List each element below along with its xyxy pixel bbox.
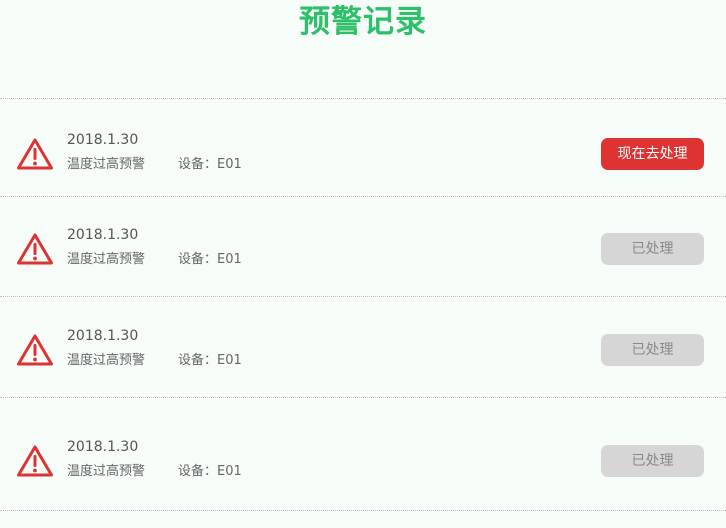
processed-button[interactable]: 已处理: [601, 334, 704, 366]
record-date: 2018.1.30: [67, 328, 139, 344]
warning-triangle-icon: [17, 138, 53, 170]
processed-button[interactable]: 已处理: [601, 233, 704, 265]
processed-button[interactable]: 已处理: [601, 445, 704, 477]
warning-triangle-icon: [17, 334, 53, 366]
page-title: 预警记录: [299, 4, 427, 40]
list-item: 2018.1.30 温度过高预警 设备：E01 已处理: [0, 197, 726, 296]
record-description: 温度过高预警: [67, 252, 146, 267]
record-description: 温度过高预警: [67, 353, 146, 368]
record-description: 温度过高预警: [67, 157, 146, 172]
list-item: 2018.1.30 温度过高预警 设备：E01 现在去处理: [0, 99, 726, 196]
warning-triangle-icon: [17, 445, 53, 477]
list-item: 2018.1.30 温度过高预警 设备：E01 已处理: [0, 398, 726, 510]
record-date: 2018.1.30: [67, 132, 139, 148]
record-description: 温度过高预警: [67, 464, 146, 479]
list-item: 2018.1.30 温度过高预警 设备：E01 已处理: [0, 297, 726, 397]
divider: [0, 510, 726, 511]
handle-now-button[interactable]: 现在去处理: [601, 138, 704, 170]
record-device: 设备：E01: [178, 157, 242, 172]
record-date: 2018.1.30: [67, 227, 139, 243]
record-device: 设备：E01: [178, 353, 242, 368]
warning-triangle-icon: [17, 233, 53, 265]
record-device: 设备：E01: [178, 464, 242, 479]
record-date: 2018.1.30: [67, 439, 139, 455]
record-device: 设备：E01: [178, 252, 242, 267]
